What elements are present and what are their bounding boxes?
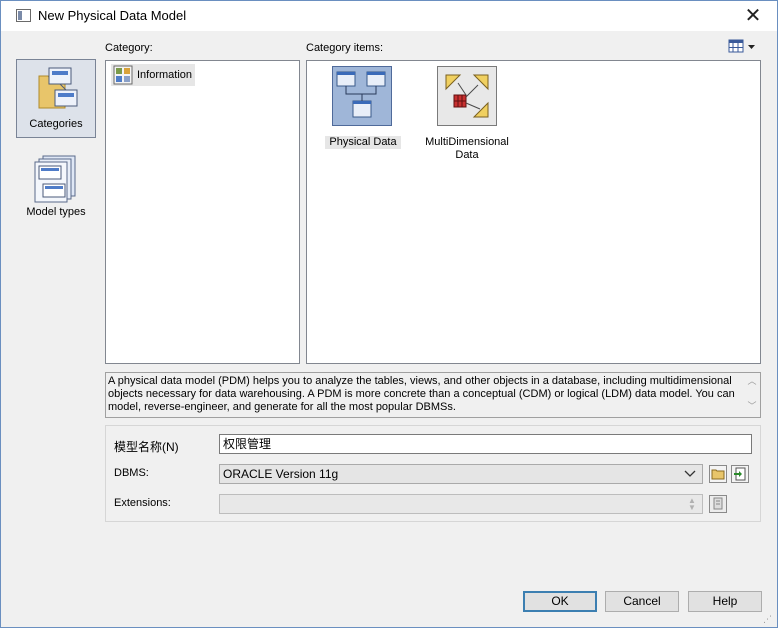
window-icon [16, 9, 31, 22]
multidimensional-data-icon [437, 66, 497, 126]
view-mode-icon[interactable] [728, 39, 760, 55]
folder-icon [711, 469, 725, 480]
category-items-list[interactable]: Physical Data MultiDimensional Data [306, 60, 761, 364]
nav-model-types[interactable]: Model types [16, 149, 96, 228]
extensions-field[interactable] [219, 494, 703, 514]
description-scrollbar[interactable]: ︿ ﹀ [746, 375, 758, 415]
model-name-label: 模型名称(N) [114, 440, 179, 454]
item-physical-data-label: Physical Data [325, 136, 401, 149]
dbms-label: DBMS: [114, 467, 149, 479]
help-button[interactable]: Help [688, 591, 762, 612]
model-types-icon [34, 155, 76, 203]
item-multidimensional-label-line2: Data [455, 149, 479, 161]
model-description: A physical data model (PDM) helps you to… [105, 372, 761, 418]
ok-button[interactable]: OK [523, 591, 597, 612]
nav-categories-label: Categories [29, 118, 83, 130]
model-name-input[interactable]: 权限管理 [219, 434, 752, 454]
resize-grip-icon[interactable]: ⋰ [763, 614, 773, 624]
information-category-icon [113, 65, 133, 85]
close-icon[interactable]: ✕ [743, 5, 763, 25]
physical-data-model-icon [332, 66, 392, 126]
nav-model-types-label: Model types [26, 206, 86, 218]
import-dbms-button[interactable] [731, 465, 749, 483]
extensions-label: Extensions: [114, 497, 171, 509]
dbms-select[interactable]: ORACLE Version 11g [219, 464, 703, 484]
chevron-down-icon[interactable] [684, 470, 696, 478]
category-item-label: Information [137, 69, 193, 81]
new-physical-data-model-dialog: New Physical Data Model ✕ Categories Mod… [0, 0, 778, 628]
scroll-up-icon[interactable]: ︿ [746, 375, 758, 388]
category-list[interactable]: Information [105, 60, 300, 364]
extensions-properties-button[interactable] [709, 495, 727, 513]
item-multidimensional-data[interactable]: MultiDimensional Data [425, 66, 509, 162]
nav-categories[interactable]: Categories [16, 59, 96, 138]
model-description-text: A physical data model (PDM) helps you to… [108, 375, 735, 413]
category-item-information[interactable]: Information [111, 64, 195, 86]
cancel-button[interactable]: Cancel [605, 591, 679, 612]
properties-icon [713, 497, 723, 510]
scroll-down-icon[interactable]: ﹀ [746, 400, 758, 413]
dbms-select-value: ORACLE Version 11g [223, 467, 339, 481]
browse-folder-button[interactable] [709, 465, 727, 483]
folder-categories-icon [38, 67, 78, 109]
category-items-heading: Category items: [306, 42, 384, 54]
item-multidimensional-label-line1: MultiDimensional [425, 136, 509, 148]
extensions-spinner-icon[interactable]: ▲ ▼ [686, 497, 698, 513]
import-icon [734, 467, 746, 481]
item-multidimensional-label: MultiDimensional Data [425, 136, 509, 162]
window-title: New Physical Data Model [38, 8, 187, 23]
model-properties-group: 模型名称(N) 权限管理 DBMS: ORACLE Version 11g Ex… [105, 425, 761, 522]
title-bar: New Physical Data Model ✕ [1, 1, 777, 31]
item-physical-data[interactable]: Physical Data [325, 66, 401, 152]
category-heading: Category: [105, 42, 153, 54]
